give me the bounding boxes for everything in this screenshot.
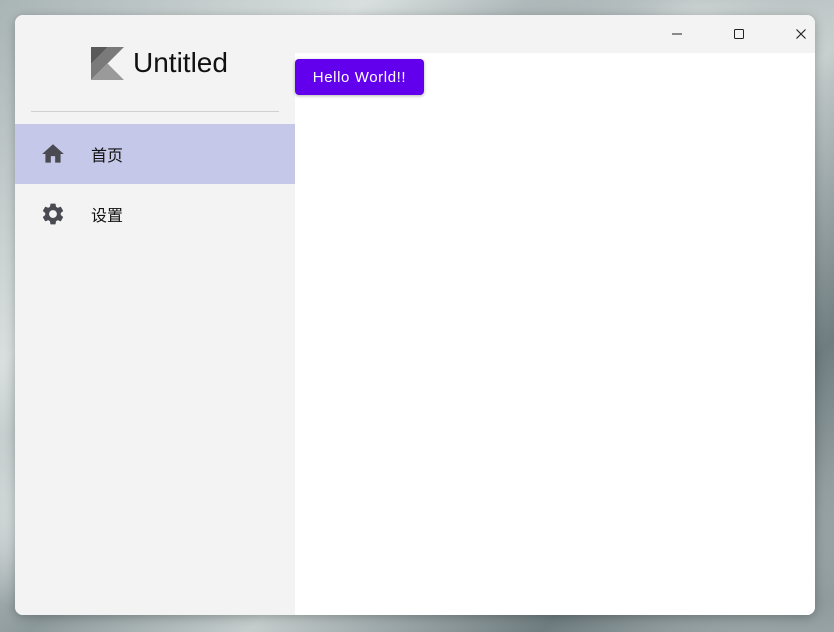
main-content xyxy=(295,53,815,615)
sidebar-divider xyxy=(31,111,279,112)
app-window: Untitled 首页 设置 Hello World!! xyxy=(15,15,815,615)
sidebar-item-label: 首页 xyxy=(91,146,124,165)
app-title: Untitled xyxy=(133,47,228,78)
sidebar-item-label: 设置 xyxy=(91,206,124,225)
close-icon xyxy=(795,25,807,44)
title-bar xyxy=(295,15,815,53)
minimize-button[interactable] xyxy=(654,15,700,53)
maximize-button[interactable] xyxy=(716,15,762,53)
gear-icon xyxy=(40,201,66,227)
minimize-icon xyxy=(671,25,683,44)
maximize-icon xyxy=(733,25,745,44)
sidebar-item-settings[interactable]: 设置 xyxy=(15,184,295,244)
home-icon xyxy=(40,141,66,167)
hello-world-button[interactable]: Hello World!! xyxy=(295,59,424,95)
close-button[interactable] xyxy=(778,15,815,53)
kotlin-logo-icon xyxy=(91,46,124,80)
sidebar-item-home[interactable]: 首页 xyxy=(15,124,295,184)
brand: Untitled xyxy=(91,46,228,80)
sidebar: Untitled 首页 设置 xyxy=(15,15,295,615)
